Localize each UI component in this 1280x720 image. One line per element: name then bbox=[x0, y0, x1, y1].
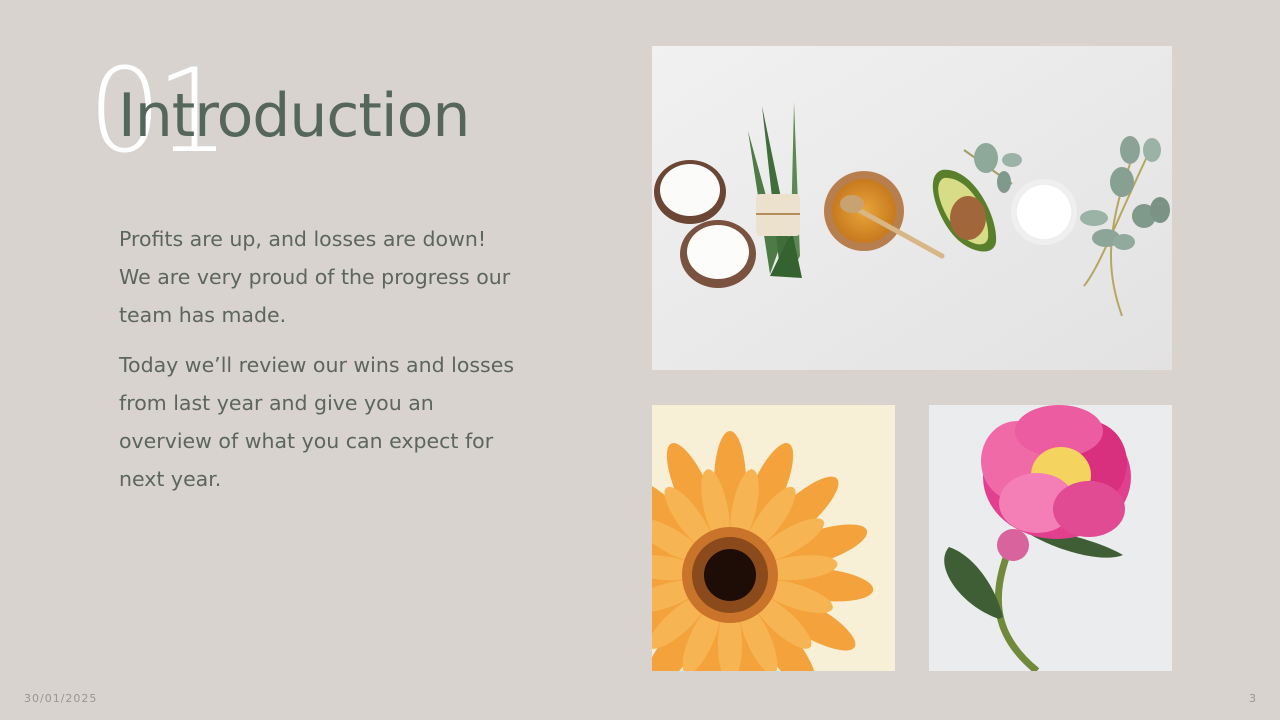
slide: 01 Introduction Profits are up, and loss… bbox=[0, 0, 1280, 720]
body-paragraph-2: Today we’ll review our wins and losses f… bbox=[119, 353, 515, 491]
page-number: 3 bbox=[1249, 692, 1256, 705]
pink-flower-photo bbox=[929, 405, 1172, 671]
footer-date: 30/01/2025 bbox=[24, 692, 98, 705]
slide-title: Introduction bbox=[118, 81, 470, 151]
body-paragraph-1: Profits are up, and losses are down! We … bbox=[119, 227, 511, 327]
orange-flower-photo bbox=[652, 405, 895, 671]
body-text: Profits are up, and losses are down! We … bbox=[119, 220, 519, 510]
ingredients-photo bbox=[652, 46, 1172, 370]
